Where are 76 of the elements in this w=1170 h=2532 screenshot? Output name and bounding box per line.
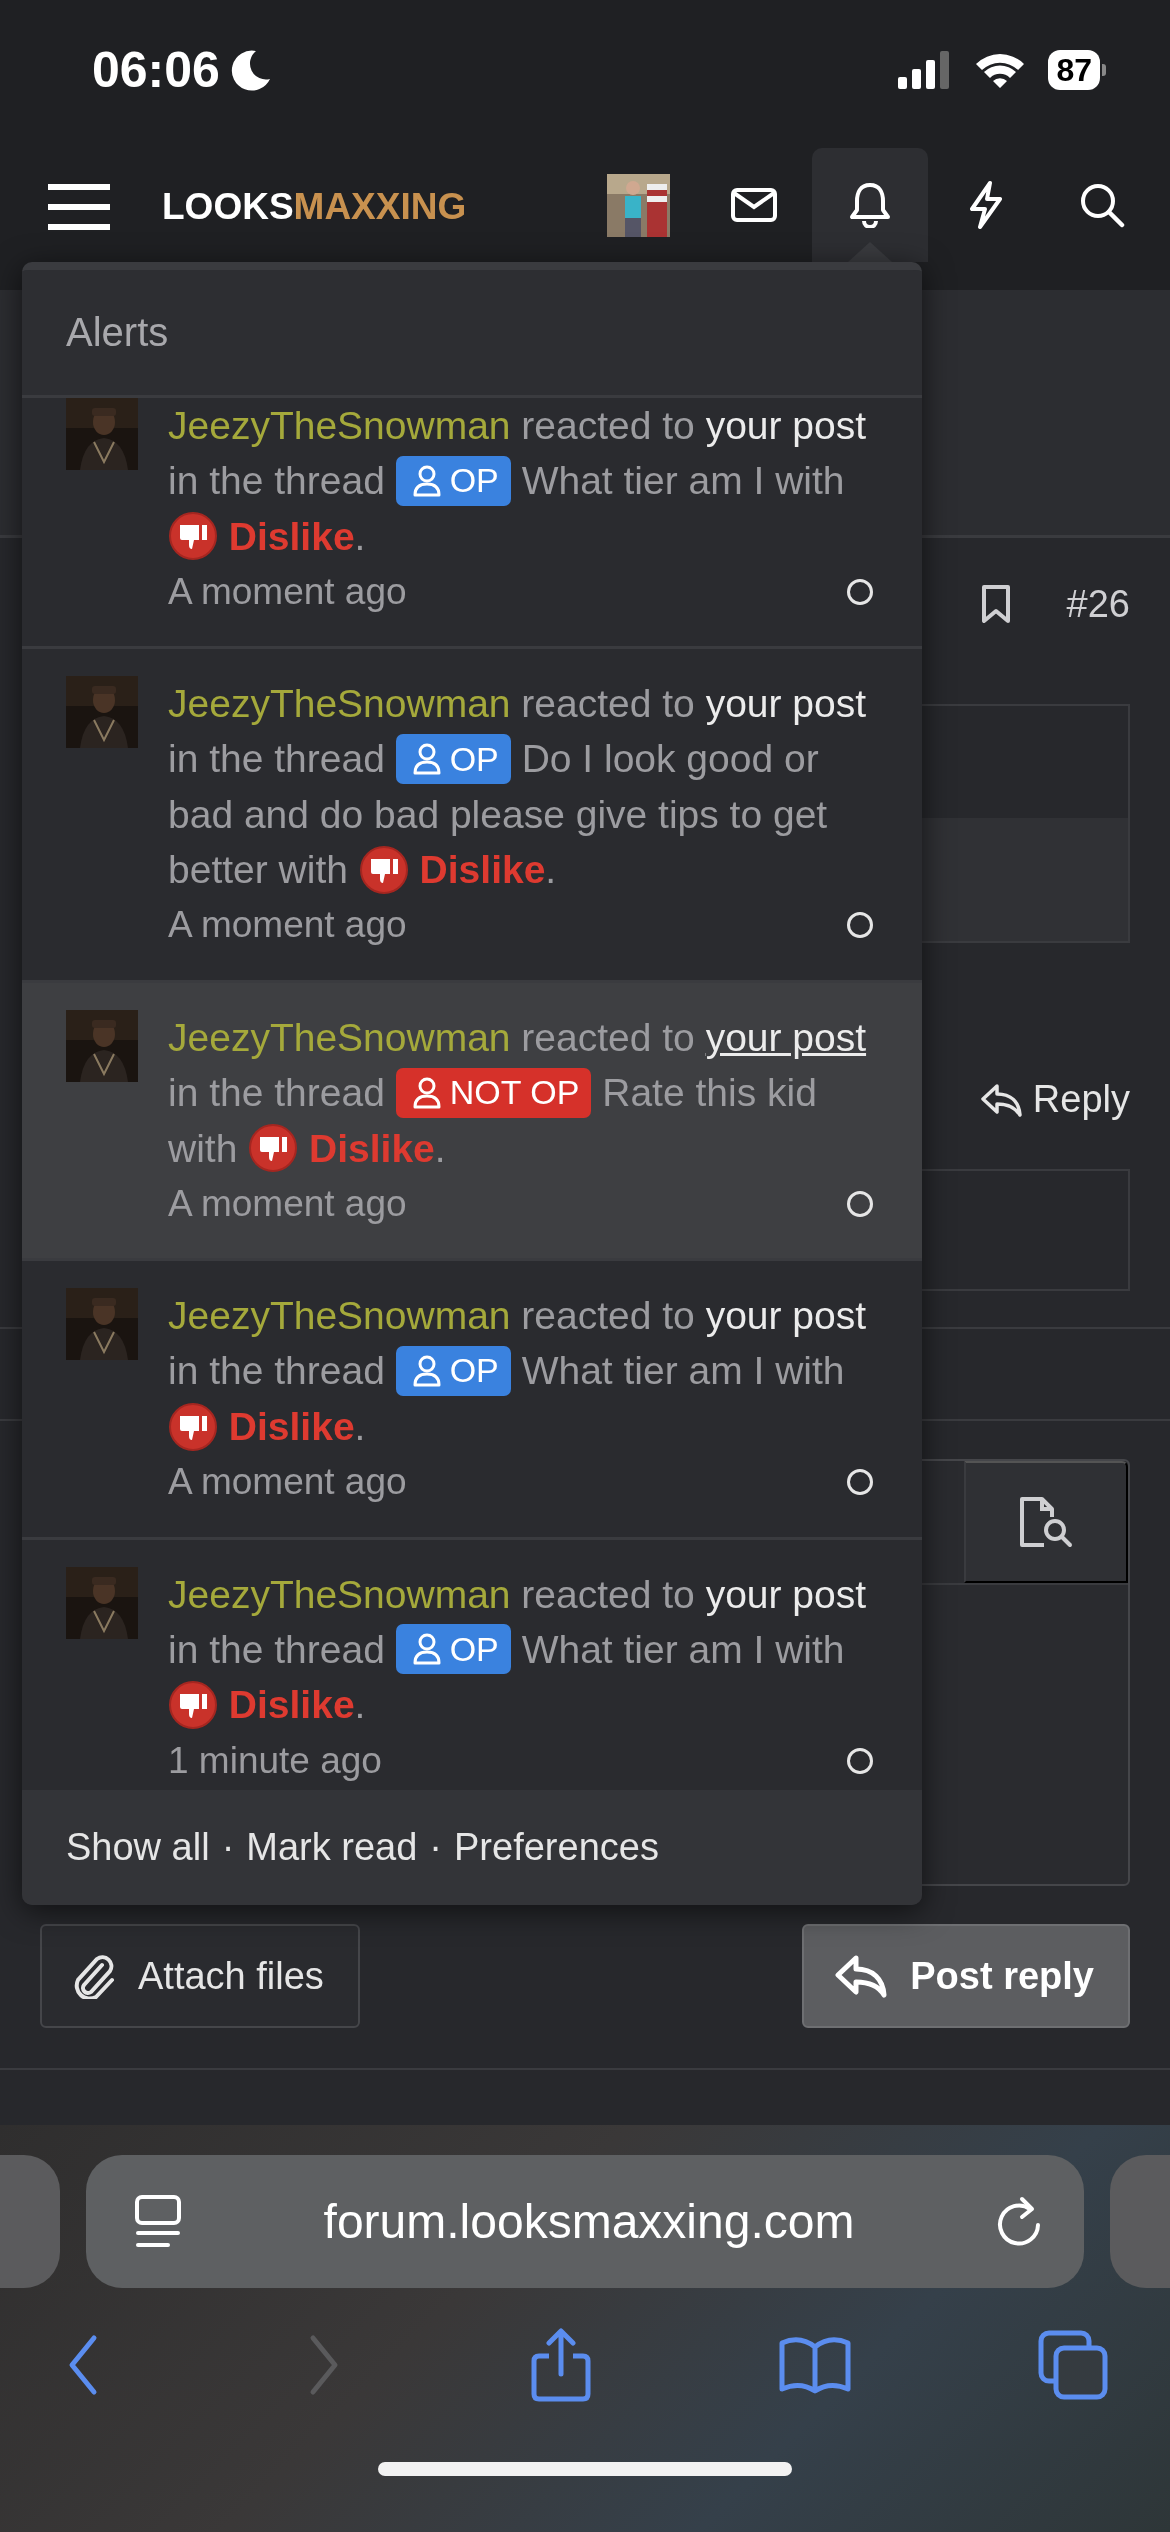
footer-link[interactable]: Preferences: [454, 1826, 659, 1869]
post-link[interactable]: your post: [705, 1294, 867, 1338]
thumbs-down-icon: [248, 1123, 299, 1174]
prefix-tag[interactable]: OP: [395, 734, 511, 785]
url-text: forum.looksmaxxing.com: [323, 2194, 855, 2249]
reply-arrow-icon: [834, 1954, 889, 1998]
thumbs-down-icon: [358, 844, 409, 895]
alert-item[interactable]: JeezyTheSnowman reacted to your post in the thread NOT OP Rate this kid with Dislike. A moment ago: [22, 982, 922, 1262]
wifi-icon: [974, 51, 1027, 89]
share-icon[interactable]: [531, 2328, 591, 2402]
timestamp: A moment ago: [168, 904, 407, 947]
username-link[interactable]: JeezyTheSnowman: [168, 1015, 511, 1059]
username-link[interactable]: JeezyTheSnowman: [168, 404, 511, 447]
post-link[interactable]: your post: [705, 1015, 867, 1059]
read-toggle[interactable]: [847, 1747, 873, 1774]
read-toggle[interactable]: [847, 578, 873, 605]
timestamp: A moment ago: [168, 570, 407, 613]
alerts-tab[interactable]: [812, 148, 928, 262]
clock-time: 06:06: [92, 41, 220, 99]
prefix-tag[interactable]: OP: [395, 455, 511, 506]
read-toggle[interactable]: [847, 912, 873, 939]
bookmark-icon[interactable]: [980, 584, 1011, 624]
separator-dot: ·: [429, 1826, 442, 1869]
thumbs-down-icon: [168, 1680, 218, 1731]
alert-item[interactable]: JeezyTheSnowman reacted to your post in the thread OP Do I look good or bad and do bad please give tips to get better with Dislike. A moment ago: [22, 649, 922, 983]
username-link[interactable]: JeezyTheSnowman: [168, 682, 511, 726]
prefix-tag[interactable]: NOT OP: [395, 1067, 592, 1118]
menu-title: Alerts: [66, 310, 169, 355]
reader-icon[interactable]: [133, 2193, 182, 2250]
timestamp: A moment ago: [168, 1461, 407, 1504]
book-icon[interactable]: [777, 2335, 852, 2395]
separator-dot: ·: [221, 1826, 235, 1869]
username-link[interactable]: JeezyTheSnowman: [168, 1294, 511, 1338]
read-toggle[interactable]: [847, 1190, 873, 1217]
user-icon: [411, 743, 442, 776]
post-number-link[interactable]: #26: [1066, 582, 1130, 626]
mail-icon: [731, 188, 777, 222]
document-search-icon: [1018, 1495, 1074, 1549]
alert-text: JeezyTheSnowman reacted to your post in the thread NOT OP Rate this kid with Dislike.: [168, 1009, 877, 1177]
lightning-icon: [968, 181, 1004, 229]
timestamp: A moment ago: [168, 1182, 407, 1225]
alert-text: JeezyTheSnowman reacted to your post in the thread OP What tier am I with Dislike.: [168, 1288, 877, 1455]
read-toggle[interactable]: [847, 1469, 873, 1496]
search-icon: [1079, 182, 1125, 228]
bell-icon: [849, 182, 891, 228]
footer-link[interactable]: Mark read: [246, 1826, 418, 1869]
alert-item[interactable]: JeezyTheSnowman reacted to your post in the thread OP What tier am I with Dislike. A moment ago: [22, 1261, 922, 1540]
paperclip-icon: [72, 1953, 116, 1999]
user-icon: [411, 464, 442, 497]
post-link[interactable]: your post: [705, 1572, 867, 1616]
preview-button[interactable]: [964, 1461, 1128, 1583]
alert-item[interactable]: JeezyTheSnowman reacted to your post in the thread OP What tier am I with Dislike. A moment ago: [22, 398, 922, 650]
alert-text: JeezyTheSnowman reacted to your post in the thread OP What tier am I with Dislike.: [168, 398, 877, 565]
alert-text: JeezyTheSnowman reacted to your post in the thread OP Do I look good or bad and do bad please give tips to get better with Dislike.: [168, 676, 877, 898]
menu-icon[interactable]: [48, 182, 110, 232]
attach-files-button[interactable]: Attach files: [40, 1924, 360, 2028]
thumbs-down-icon: [168, 1401, 218, 1452]
prefix-tag[interactable]: OP: [395, 1345, 511, 1396]
timestamp: 1 minute ago: [168, 1739, 382, 1782]
reply-link[interactable]: Reply: [978, 1078, 1130, 1121]
reply-arrow-icon: [978, 1081, 1023, 1118]
alert-item[interactable]: JeezyTheSnowman reacted to your post in the thread OP What tier am I with Dislike. 1 minute ago: [22, 1539, 922, 1790]
logo[interactable]: LOOKSMAXXING: [162, 188, 467, 225]
user-icon: [411, 1354, 442, 1387]
user-icon: [411, 1076, 442, 1109]
address-bar[interactable]: forum.looksmaxxing.com: [85, 2155, 1085, 2288]
alert-text: JeezyTheSnowman reacted to your post in the thread OP What tier am I with Dislike.: [168, 1566, 877, 1734]
footer-link[interactable]: Show all: [66, 1826, 210, 1869]
user-icon: [411, 1633, 442, 1666]
thumbs-down-icon: [168, 511, 218, 562]
post-link[interactable]: your post: [705, 404, 867, 447]
post-link[interactable]: your post: [705, 682, 867, 726]
username-link[interactable]: JeezyTheSnowman: [168, 1572, 511, 1616]
prefix-tag[interactable]: OP: [395, 1624, 511, 1675]
tabs-icon[interactable]: [1038, 2330, 1108, 2400]
post-reply-button[interactable]: Post reply: [802, 1924, 1130, 2028]
